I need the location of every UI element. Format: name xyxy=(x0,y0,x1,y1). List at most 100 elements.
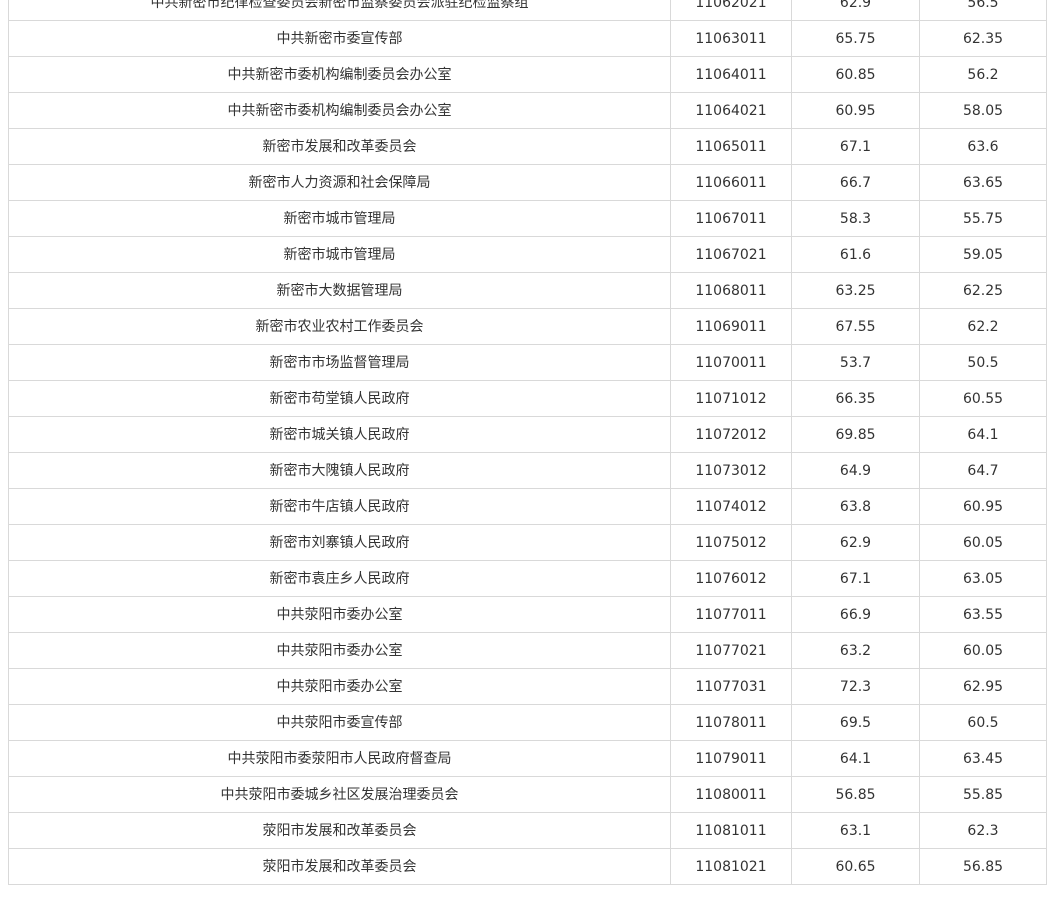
score-cell: 62.95 xyxy=(919,668,1047,705)
score-cell: 56.85 xyxy=(791,776,920,813)
score-cell: 53.7 xyxy=(791,344,920,381)
score-cell: 60.5 xyxy=(919,704,1047,741)
score-cell: 64.9 xyxy=(791,452,920,489)
score-cell: 58.05 xyxy=(919,92,1047,129)
score-cell: 60.65 xyxy=(791,848,920,885)
table-row: 新密市人力资源和社会保障局 11066011 66.7 63.65 xyxy=(8,164,1047,201)
position-code-cell: 11067021 xyxy=(670,236,792,273)
table-row: 中共新密市纪律检查委员会新密市监察委员会派驻纪检监察组 11062021 62.9 5… xyxy=(8,0,1047,21)
position-code-cell: 11068011 xyxy=(670,272,792,309)
table-row: 新密市苟堂镇人民政府 11071012 66.35 60.55 xyxy=(8,380,1047,417)
position-code-cell: 11080011 xyxy=(670,776,792,813)
score-cell: 60.85 xyxy=(791,56,920,93)
score-cell: 56.85 xyxy=(919,848,1047,885)
position-code-cell: 11081021 xyxy=(670,848,792,885)
position-code-cell: 11074012 xyxy=(670,488,792,525)
score-cell: 63.05 xyxy=(919,560,1047,597)
score-cell: 62.9 xyxy=(791,0,920,21)
score-cell: 62.3 xyxy=(919,812,1047,849)
score-cell: 62.35 xyxy=(919,20,1047,57)
table-row: 新密市牛店镇人民政府 11074012 63.8 60.95 xyxy=(8,488,1047,525)
position-code-cell: 11073012 xyxy=(670,452,792,489)
table-row: 中共荥阳市委城乡社区发展治理委员会 11080011 56.85 55.85 xyxy=(8,776,1047,813)
department-cell: 新密市袁庄乡人民政府 xyxy=(8,560,671,597)
position-code-cell: 11067011 xyxy=(670,200,792,237)
score-cell: 66.35 xyxy=(791,380,920,417)
position-code-cell: 11078011 xyxy=(670,704,792,741)
table-row: 中共新密市委机构编制委员会办公室 11064021 60.95 58.05 xyxy=(8,92,1047,129)
score-cell: 69.85 xyxy=(791,416,920,453)
position-code-cell: 11070011 xyxy=(670,344,792,381)
score-cell: 66.9 xyxy=(791,596,920,633)
position-code-cell: 11064011 xyxy=(670,56,792,93)
table-row: 中共荥阳市委办公室 11077011 66.9 63.55 xyxy=(8,596,1047,633)
score-table-body: 中共新密市纪律检查委员会新密市监察委员会派驻纪检监察组 11062021 62.9 5… xyxy=(8,0,1047,885)
position-code-cell: 11063011 xyxy=(670,20,792,57)
table-row: 新密市城关镇人民政府 11072012 69.85 64.1 xyxy=(8,416,1047,453)
score-table-container: 中共新密市纪律检查委员会新密市监察委员会派驻纪检监察组 11062021 62.9 5… xyxy=(8,0,1047,885)
table-row: 中共新密市委宣传部 11063011 65.75 62.35 xyxy=(8,20,1047,57)
position-code-cell: 11079011 xyxy=(670,740,792,777)
department-cell: 中共新密市委宣传部 xyxy=(8,20,671,57)
position-code-cell: 11065011 xyxy=(670,128,792,165)
score-cell: 63.1 xyxy=(791,812,920,849)
score-cell: 60.05 xyxy=(919,632,1047,669)
department-cell: 荥阳市发展和改革委员会 xyxy=(8,812,671,849)
department-cell: 新密市城关镇人民政府 xyxy=(8,416,671,453)
score-cell: 67.55 xyxy=(791,308,920,345)
score-cell: 63.25 xyxy=(791,272,920,309)
department-cell: 中共荥阳市委城乡社区发展治理委员会 xyxy=(8,776,671,813)
position-code-cell: 11077011 xyxy=(670,596,792,633)
position-code-cell: 11081011 xyxy=(670,812,792,849)
score-cell: 55.85 xyxy=(919,776,1047,813)
department-cell: 中共荥阳市委办公室 xyxy=(8,632,671,669)
table-row: 荥阳市发展和改革委员会 11081021 60.65 56.85 xyxy=(8,848,1047,885)
score-cell: 64.1 xyxy=(919,416,1047,453)
department-cell: 中共荥阳市委宣传部 xyxy=(8,704,671,741)
score-cell: 62.9 xyxy=(791,524,920,561)
table-row: 新密市农业农村工作委员会 11069011 67.55 62.2 xyxy=(8,308,1047,345)
table-row: 新密市袁庄乡人民政府 11076012 67.1 63.05 xyxy=(8,560,1047,597)
department-cell: 中共新密市委机构编制委员会办公室 xyxy=(8,92,671,129)
department-cell: 新密市人力资源和社会保障局 xyxy=(8,164,671,201)
department-cell: 新密市市场监督管理局 xyxy=(8,344,671,381)
score-cell: 63.65 xyxy=(919,164,1047,201)
department-cell: 新密市城市管理局 xyxy=(8,236,671,273)
position-code-cell: 11062021 xyxy=(670,0,792,21)
score-cell: 67.1 xyxy=(791,128,920,165)
score-cell: 62.2 xyxy=(919,308,1047,345)
table-row: 新密市市场监督管理局 11070011 53.7 50.5 xyxy=(8,344,1047,381)
score-cell: 64.1 xyxy=(791,740,920,777)
score-cell: 67.1 xyxy=(791,560,920,597)
table-row: 中共荥阳市委办公室 11077031 72.3 62.95 xyxy=(8,668,1047,705)
score-cell: 65.75 xyxy=(791,20,920,57)
score-cell: 72.3 xyxy=(791,668,920,705)
department-cell: 新密市城市管理局 xyxy=(8,200,671,237)
score-cell: 56.2 xyxy=(919,56,1047,93)
score-cell: 60.05 xyxy=(919,524,1047,561)
score-cell: 59.05 xyxy=(919,236,1047,273)
position-code-cell: 11077031 xyxy=(670,668,792,705)
department-cell: 新密市牛店镇人民政府 xyxy=(8,488,671,525)
table-row: 新密市大数据管理局 11068011 63.25 62.25 xyxy=(8,272,1047,309)
score-cell: 63.6 xyxy=(919,128,1047,165)
department-cell: 中共新密市委机构编制委员会办公室 xyxy=(8,56,671,93)
table-row: 中共荥阳市委宣传部 11078011 69.5 60.5 xyxy=(8,704,1047,741)
score-cell: 55.75 xyxy=(919,200,1047,237)
score-cell: 60.95 xyxy=(919,488,1047,525)
position-code-cell: 11064021 xyxy=(670,92,792,129)
score-cell: 62.25 xyxy=(919,272,1047,309)
department-cell: 新密市苟堂镇人民政府 xyxy=(8,380,671,417)
score-table: 中共新密市纪律检查委员会新密市监察委员会派驻纪检监察组 11062021 62.9 5… xyxy=(8,0,1047,885)
table-row: 中共荥阳市委办公室 11077021 63.2 60.05 xyxy=(8,632,1047,669)
department-cell: 新密市大数据管理局 xyxy=(8,272,671,309)
table-row: 新密市刘寨镇人民政府 11075012 62.9 60.05 xyxy=(8,524,1047,561)
table-row: 新密市大隗镇人民政府 11073012 64.9 64.7 xyxy=(8,452,1047,489)
department-cell: 新密市农业农村工作委员会 xyxy=(8,308,671,345)
position-code-cell: 11075012 xyxy=(670,524,792,561)
score-cell: 69.5 xyxy=(791,704,920,741)
table-row: 新密市发展和改革委员会 11065011 67.1 63.6 xyxy=(8,128,1047,165)
score-cell: 64.7 xyxy=(919,452,1047,489)
table-row: 中共新密市委机构编制委员会办公室 11064011 60.85 56.2 xyxy=(8,56,1047,93)
department-cell: 中共荥阳市委办公室 xyxy=(8,596,671,633)
